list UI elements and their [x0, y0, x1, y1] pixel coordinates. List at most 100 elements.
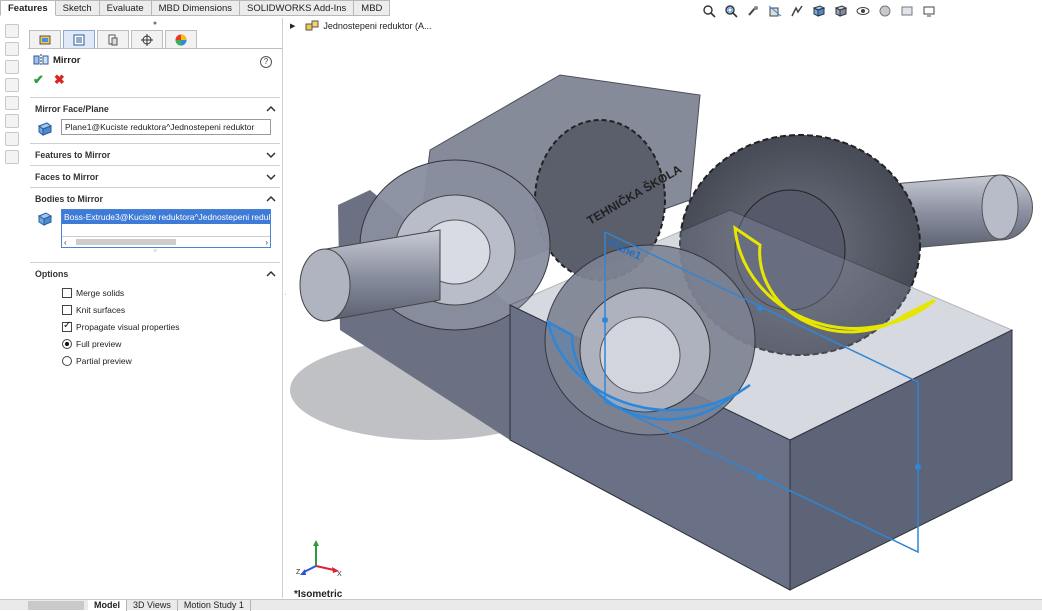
plane-handle[interactable] [757, 305, 763, 311]
axis-triad: X Z [296, 540, 342, 578]
display-style-icon [834, 5, 848, 17]
zoom-to-fit-icon [703, 5, 716, 18]
panel-grip[interactable]: ● [28, 18, 282, 30]
options-section: Options Merge solids Knit surfaces Propa… [30, 262, 280, 369]
strip-tool-icon[interactable] [5, 78, 19, 92]
mirror-face-plane-header[interactable]: Mirror Face/Plane [30, 98, 280, 119]
merge-solids-option[interactable]: Merge solids [30, 284, 280, 301]
chevron-up-icon [266, 195, 276, 202]
tab-scroll-buttons[interactable] [28, 601, 84, 610]
command-manager-tabs: Features Sketch Evaluate MBD Dimensions … [0, 0, 391, 16]
manager-tabs [28, 30, 282, 48]
list-resize-handle[interactable]: ○ [30, 248, 280, 256]
cancel-button[interactable]: ✖ [54, 72, 65, 88]
plane-handle[interactable] [602, 317, 608, 323]
section-view-icon [768, 5, 782, 17]
partial-preview-radio[interactable] [62, 355, 72, 366]
knit-surfaces-checkbox[interactable] [62, 304, 72, 315]
graphics-area[interactable]: TEHNIČKA ŠKOLA Plane1 [286, 16, 1042, 602]
strip-tool-icon[interactable] [5, 150, 19, 164]
assembly-icon [305, 20, 319, 31]
tab-features[interactable]: Features [0, 0, 56, 16]
property-manager: ● Mirror ? ✔ ✖ Mirror Face/Plane Plane1@… [28, 18, 283, 598]
view-settings-icon [923, 6, 935, 17]
mirror-title-bar: Mirror [28, 49, 282, 71]
feature-manager-tab[interactable] [29, 30, 61, 48]
section-view-button[interactable] [766, 3, 784, 19]
chevron-up-icon [266, 270, 276, 277]
zoom-to-fit-button[interactable] [700, 3, 718, 19]
options-header[interactable]: Options [30, 263, 280, 284]
mirror-plane-field[interactable]: Plane1@Kuciste reduktora^Jednostepeni re… [61, 119, 271, 135]
bodies-to-mirror-header[interactable]: Bodies to Mirror [30, 188, 280, 209]
plane-handle[interactable] [915, 464, 921, 470]
tab-3d-views[interactable]: 3D Views [127, 600, 178, 611]
configuration-manager-tab[interactable] [97, 30, 129, 48]
tab-solidworks-addins[interactable]: SOLIDWORKS Add-Ins [240, 0, 355, 16]
knit-surfaces-option[interactable]: Knit surfaces [30, 301, 280, 318]
feature-tree-root[interactable]: ▶ Jednostepeni reduktor (A... [290, 20, 431, 32]
features-to-mirror-section: Features to Mirror [30, 143, 280, 165]
scroll-left-icon[interactable]: ‹ [64, 238, 67, 247]
zoom-area-button[interactable] [722, 3, 740, 19]
scroll-thumb[interactable] [76, 239, 176, 245]
horizontal-scrollbar[interactable]: ‹ › [62, 236, 270, 247]
ok-cancel-row: ✔ ✖ [28, 71, 282, 89]
ok-button[interactable]: ✔ [33, 72, 44, 88]
features-to-mirror-header[interactable]: Features to Mirror [30, 144, 280, 165]
tab-motion-study[interactable]: Motion Study 1 [178, 600, 251, 611]
model-viewport[interactable]: TEHNIČKA ŠKOLA Plane1 [286, 16, 1042, 602]
tab-model[interactable]: Model [88, 600, 127, 611]
strip-tool-icon[interactable] [5, 114, 19, 128]
edit-appearance-icon [879, 5, 891, 17]
hide-show-button[interactable] [854, 3, 872, 19]
partial-preview-option[interactable]: Partial preview [30, 352, 280, 369]
expand-arrow-icon[interactable]: ▶ [290, 22, 295, 30]
view-settings-button[interactable] [920, 3, 938, 19]
faces-to-mirror-section: Faces to Mirror [30, 165, 280, 187]
dimxpert-manager-tab[interactable] [131, 30, 163, 48]
dynamic-annotation-button[interactable] [788, 3, 806, 19]
list-item[interactable]: Boss-Extrude3@Kuciste reduktora^Jednoste… [62, 210, 270, 224]
edit-appearance-button[interactable] [876, 3, 894, 19]
mirror-face-plane-section: Mirror Face/Plane Plane1@Kuciste redukto… [30, 97, 280, 143]
chevron-down-icon [266, 173, 276, 180]
propagate-visual-checkbox[interactable] [62, 320, 72, 332]
faces-to-mirror-header[interactable]: Faces to Mirror [30, 166, 280, 187]
merge-solids-checkbox[interactable] [62, 287, 72, 298]
help-icon[interactable]: ? [260, 56, 272, 68]
scene-icon [901, 6, 913, 16]
configuration-icon [108, 34, 118, 45]
crosshair-icon [141, 33, 153, 46]
full-preview-radio[interactable] [62, 338, 72, 349]
front-bearing-bore [599, 316, 681, 394]
strip-tool-icon[interactable] [5, 24, 19, 38]
tab-evaluate[interactable]: Evaluate [99, 0, 152, 16]
strip-tool-icon[interactable] [5, 42, 19, 56]
mirror-feature-icon [33, 54, 49, 66]
plane-handle[interactable] [757, 474, 763, 480]
previous-view-icon [748, 6, 758, 16]
tab-mbd[interactable]: MBD [354, 0, 391, 16]
color-wheel-icon [175, 34, 187, 45]
svg-text:Z: Z [296, 569, 301, 576]
display-style-button[interactable] [832, 3, 850, 19]
strip-tool-icon[interactable] [5, 132, 19, 146]
display-manager-tab[interactable] [165, 30, 197, 48]
strip-tool-icon[interactable] [5, 60, 19, 74]
tab-sketch[interactable]: Sketch [55, 0, 100, 16]
hide-show-icon [856, 7, 870, 15]
view-orientation-button[interactable] [810, 3, 828, 19]
scroll-right-icon[interactable]: › [265, 238, 268, 247]
bodies-list[interactable]: Boss-Extrude3@Kuciste reduktora^Jednoste… [61, 209, 271, 248]
feature-tree-icon [39, 35, 51, 44]
input-shaft-end [299, 248, 351, 322]
property-manager-tab[interactable] [63, 30, 95, 48]
previous-view-button[interactable] [744, 3, 762, 19]
full-preview-option[interactable]: Full preview [30, 335, 280, 352]
strip-tool-icon[interactable] [5, 96, 19, 110]
scene-button[interactable] [898, 3, 916, 19]
heads-up-view-toolbar [700, 2, 938, 20]
tab-mbd-dimensions[interactable]: MBD Dimensions [151, 0, 241, 16]
propagate-visual-option[interactable]: Propagate visual properties [30, 318, 280, 335]
